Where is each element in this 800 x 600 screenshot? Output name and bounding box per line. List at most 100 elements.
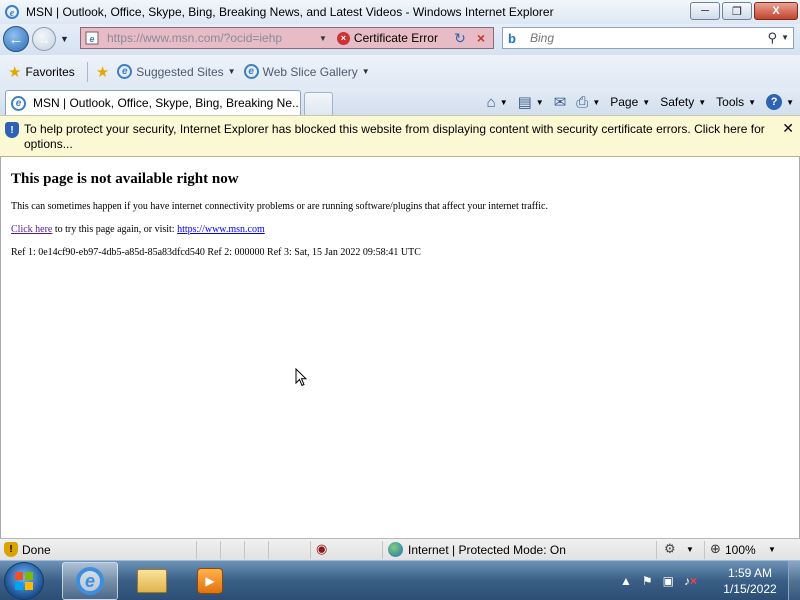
- tab-msn[interactable]: e MSN | Outlook, Office, Skype, Bing, Br…: [5, 90, 301, 115]
- forward-button[interactable]: →: [32, 27, 56, 51]
- svg-text:e: e: [10, 8, 15, 19]
- mail-icon: ✉: [553, 94, 567, 111]
- minimize-button[interactable]: ─: [690, 2, 720, 20]
- chevron-down-icon: ▼: [642, 97, 651, 107]
- favorites-button[interactable]: ★ Favorites: [8, 63, 75, 81]
- stop-icon[interactable]: ×: [472, 29, 490, 47]
- chevron-down-icon[interactable]: ▼: [686, 545, 694, 554]
- action-center-flag-icon[interactable]: ⚑: [642, 574, 653, 588]
- privacy-report-icon[interactable]: ◉: [316, 541, 334, 557]
- ie-page-icon: e: [243, 64, 259, 79]
- chevron-down-icon: ▼: [361, 67, 370, 76]
- search-options-dropdown[interactable]: ▼: [781, 33, 789, 42]
- msn-link[interactable]: https://www.msn.com: [177, 224, 265, 235]
- warning-shield-icon: !: [4, 542, 18, 557]
- suggested-sites-label: Suggested Sites: [136, 64, 224, 79]
- reference-ids: Ref 1: 0e14cf90-eb97-4db5-a85d-85a83dfcd…: [11, 247, 421, 258]
- zoom-level[interactable]: 100%: [725, 543, 756, 557]
- clock[interactable]: 1:59 AM 1/15/2022: [718, 565, 782, 597]
- chevron-down-icon[interactable]: ▼: [768, 545, 776, 554]
- network-icon[interactable]: ▣: [663, 574, 674, 588]
- search-box[interactable]: b ⚲ ▼: [502, 27, 794, 49]
- page-content: This page is not available right now Thi…: [0, 157, 800, 538]
- divider: [704, 541, 705, 559]
- security-zone[interactable]: Internet | Protected Mode: On: [408, 543, 566, 557]
- refresh-icon[interactable]: ↻: [451, 29, 469, 47]
- clock-time: 1:59 AM: [727, 566, 773, 580]
- feeds-button[interactable]: ▤ ▼: [518, 93, 544, 111]
- information-bar-message[interactable]: To help protect your security, Internet …: [24, 122, 774, 152]
- star-icon: ★: [8, 63, 22, 81]
- certificate-error-label: Certificate Error: [353, 31, 438, 45]
- print-button[interactable]: ⎙ ▼: [576, 94, 600, 111]
- page-menu-label: Page: [610, 95, 639, 109]
- clock-date: 1/15/2022: [723, 582, 777, 596]
- taskbar-windows-explorer[interactable]: [124, 562, 180, 600]
- arrow-right-icon: →: [37, 31, 51, 47]
- ie-logo-icon: e: [76, 567, 104, 595]
- read-mail-button[interactable]: ✉: [554, 93, 567, 111]
- command-bar: ⌂ ▼ ▤ ▼ ✉ ⎙ ▼ Page ▼ Safety ▼ Tools ▼ ? ▼: [477, 91, 794, 113]
- chevron-down-icon: ▼: [786, 97, 794, 107]
- close-button[interactable]: X: [754, 2, 798, 20]
- error-x-icon: ×: [336, 31, 350, 45]
- ie-page-icon: e: [11, 95, 26, 111]
- windows-logo-icon: [15, 572, 33, 590]
- divider: [310, 541, 311, 559]
- favorites-bar: ★ Favorites ★ e Suggested Sites ▼ e Web …: [0, 55, 800, 88]
- globe-icon: [388, 542, 403, 557]
- rss-feed-icon: ▤: [517, 94, 532, 111]
- help-menu[interactable]: ? ▼: [766, 94, 794, 110]
- tab-bar: e MSN | Outlook, Office, Skype, Bing, Br…: [0, 88, 800, 115]
- chevron-down-icon: ▼: [227, 67, 236, 76]
- show-hidden-icons[interactable]: ▲: [620, 574, 632, 588]
- close-icon[interactable]: ✕: [782, 120, 794, 137]
- information-bar[interactable]: ! To help protect your security, Interne…: [0, 115, 800, 157]
- page-icon: e: [85, 31, 99, 45]
- chevron-down-icon: ▼: [499, 97, 508, 107]
- tools-menu[interactable]: Tools ▼: [716, 95, 756, 109]
- page-menu[interactable]: Page ▼: [610, 95, 650, 109]
- certificate-error-button[interactable]: × Certificate Error: [336, 31, 438, 45]
- recent-pages-dropdown[interactable]: ▼: [60, 34, 69, 44]
- media-player-icon: ▶: [197, 568, 223, 594]
- taskbar: e ▶ ▲ ⚑ ▣ ♪× 1:59 AM 1/15/2022: [0, 560, 800, 600]
- divider: [382, 541, 383, 559]
- suggested-sites-link[interactable]: e Suggested Sites ▼: [117, 64, 236, 79]
- show-desktop-button[interactable]: [788, 561, 800, 600]
- add-to-favorites-icon[interactable]: ★: [96, 63, 109, 81]
- page-title: This page is not available right now: [11, 171, 239, 187]
- address-url[interactable]: https://www.msn.com/?ocid=iehp: [107, 31, 317, 45]
- home-icon: ⌂: [486, 93, 496, 111]
- home-button[interactable]: ⌂ ▼: [487, 94, 508, 111]
- shield-icon: !: [5, 122, 19, 138]
- search-input[interactable]: [530, 31, 760, 45]
- printer-icon: ⎙: [576, 93, 589, 111]
- click-here-link[interactable]: Click here: [11, 224, 52, 235]
- address-dropdown-icon[interactable]: ▼: [319, 34, 327, 43]
- address-bar[interactable]: e https://www.msn.com/?ocid=iehp ▼ × Cer…: [80, 27, 494, 49]
- web-slice-gallery-link[interactable]: e Web Slice Gallery ▼: [243, 64, 370, 79]
- taskbar-internet-explorer[interactable]: e: [62, 562, 118, 600]
- divider: [244, 541, 245, 559]
- chevron-down-icon: ▼: [748, 97, 757, 107]
- window-title: MSN | Outlook, Office, Skype, Bing, Brea…: [26, 5, 554, 19]
- ie-page-icon: e: [117, 64, 133, 79]
- search-icon[interactable]: ⚲: [767, 30, 777, 46]
- start-button[interactable]: [4, 562, 44, 600]
- back-button[interactable]: ←: [3, 26, 29, 52]
- safety-menu-label: Safety: [660, 95, 695, 109]
- safety-menu[interactable]: Safety ▼: [660, 95, 706, 109]
- navigation-bar: ← → ▼ e https://www.msn.com/?ocid=iehp ▼…: [0, 24, 800, 55]
- volume-muted-icon[interactable]: ♪×: [684, 574, 697, 588]
- new-tab-button[interactable]: [304, 92, 333, 115]
- divider: [656, 541, 657, 559]
- maximize-button[interactable]: ❐: [722, 2, 752, 20]
- retry-text: to try this page again, or visit:: [52, 224, 178, 235]
- divider: [268, 541, 269, 559]
- protected-mode-icon[interactable]: ⚙: [664, 541, 676, 557]
- chevron-down-icon: ▼: [592, 97, 601, 107]
- mouse-cursor-icon: [295, 368, 307, 387]
- favorites-label: Favorites: [25, 64, 75, 79]
- taskbar-media-player[interactable]: ▶: [182, 562, 238, 600]
